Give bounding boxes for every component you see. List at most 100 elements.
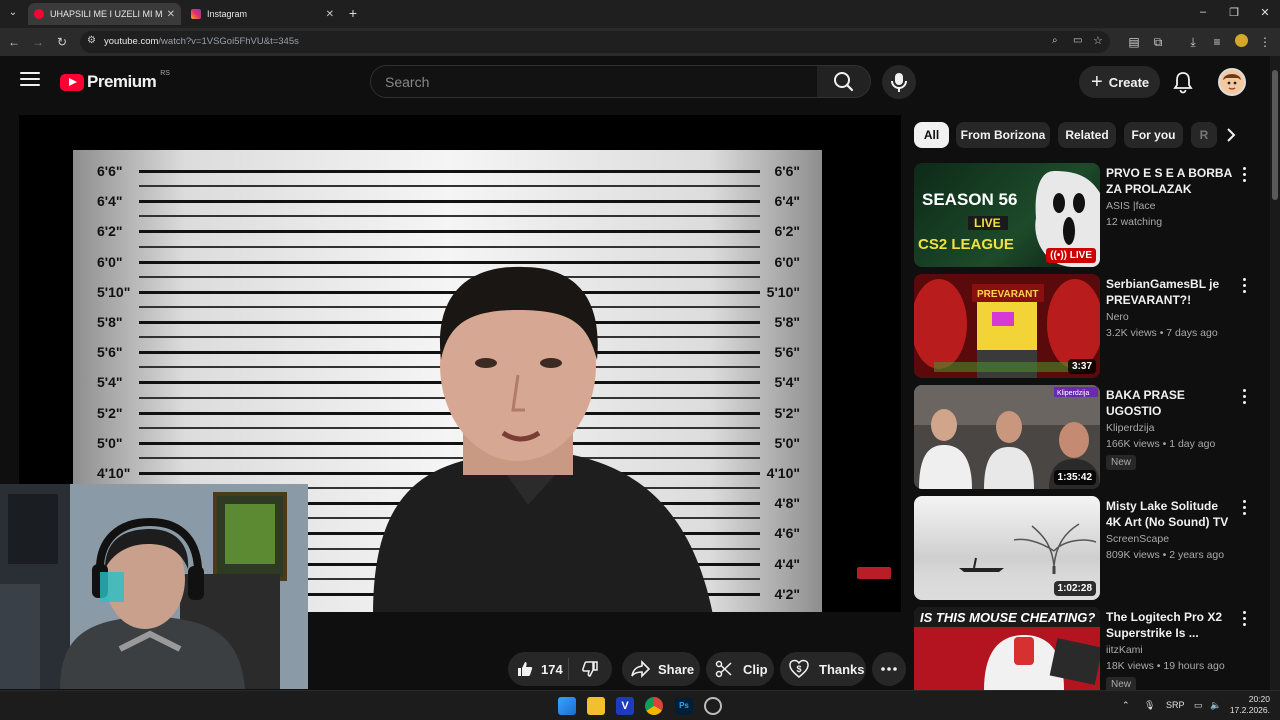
more-horizontal-icon — [881, 667, 897, 671]
volume-icon[interactable]: 🔈 — [1210, 700, 1221, 711]
height-label-left: 5'8" — [97, 314, 123, 330]
like-button[interactable]: 174 — [508, 652, 568, 686]
recommended-video[interactable]: IS THIS MOUSE CHEATING? The Logitech Pro… — [914, 607, 1264, 690]
country-code: RS — [160, 69, 170, 77]
height-label-right: 5'8" — [774, 314, 800, 330]
tab-title: UHAPSILI ME I UZELI MI MOTO... — [50, 9, 163, 19]
reload-icon[interactable]: ↻ — [54, 34, 70, 50]
chip-all[interactable]: All — [914, 122, 949, 148]
media-controls-icon[interactable]: ≡ — [1209, 34, 1225, 50]
url-host: youtube.com — [104, 36, 159, 47]
profile-icon[interactable] — [1233, 34, 1249, 50]
youtube-favicon-icon — [34, 9, 44, 19]
search-input[interactable] — [371, 66, 817, 97]
share-label: Share — [658, 661, 695, 677]
recommended-video[interactable]: SEASON 56 LIVE CS2 LEAGUE ((•)) LIVE PRV… — [914, 163, 1264, 267]
close-window-button[interactable]: ✕ — [1250, 6, 1280, 19]
voice-search-button[interactable] — [882, 65, 916, 99]
more-options-icon[interactable] — [1240, 611, 1248, 627]
tab-list-dropdown-icon[interactable]: ⌄ — [6, 7, 20, 21]
account-avatar[interactable] — [1218, 68, 1246, 96]
more-options-icon[interactable] — [1240, 167, 1248, 183]
vpn-app-icon[interactable]: V — [616, 697, 634, 715]
recommended-video[interactable]: 1:02:28 Misty Lake Solitude 4K Art (No S… — [914, 496, 1264, 600]
video-title[interactable]: BAKA PRASE UGOSTIO ALEKSANDRA ILIC ... — [1106, 387, 1236, 421]
channel-name[interactable]: Kliperdzija — [1106, 422, 1154, 434]
create-button[interactable]: + Create — [1079, 66, 1160, 98]
video-thumbnail[interactable]: IS THIS MOUSE CHEATING? — [914, 607, 1100, 690]
more-options-icon[interactable] — [1240, 278, 1248, 294]
extension-icon[interactable]: ▤ — [1126, 34, 1142, 50]
search-box[interactable] — [370, 65, 818, 98]
channel-name[interactable]: ASIS |face — [1106, 200, 1155, 212]
chrome-icon[interactable] — [645, 697, 663, 715]
video-title[interactable]: SerbianGamesBL je PREVARANT?! — [1106, 276, 1236, 308]
app-icon[interactable] — [704, 697, 722, 715]
new-tab-button[interactable]: + — [346, 5, 360, 21]
cast-icon[interactable]: ▭ — [1073, 35, 1082, 46]
browser-tab-youtube[interactable]: UHAPSILI ME I UZELI MI MOTO... ✕ — [28, 3, 181, 25]
height-minor-line — [139, 215, 760, 218]
channel-name[interactable]: iitzKami — [1106, 644, 1143, 656]
dislike-button[interactable] — [568, 658, 612, 680]
chip-recently-uploaded[interactable]: R — [1191, 122, 1217, 148]
chips-next-arrow-icon[interactable] — [1218, 122, 1244, 148]
scrollbar-thumb[interactable] — [1272, 70, 1278, 200]
input-language[interactable]: SRP — [1166, 700, 1185, 710]
browser-menu-icon[interactable]: ⋮ — [1257, 34, 1273, 50]
channel-name[interactable]: Nero — [1106, 311, 1129, 323]
bookmark-star-icon[interactable]: ☆ — [1093, 34, 1103, 47]
microphone-tray-icon[interactable]: 🎙 — [1144, 700, 1155, 711]
more-options-icon[interactable] — [1240, 500, 1248, 516]
download-icon[interactable]: ⤓ — [1185, 34, 1201, 50]
more-actions-button[interactable] — [872, 652, 906, 686]
maximize-window-button[interactable]: ❐ — [1219, 6, 1249, 19]
height-label-right: 5'10" — [766, 283, 800, 300]
clock-time: 20:20 — [1248, 694, 1270, 704]
youtube-premium-logo[interactable]: Premium RS — [60, 69, 170, 92]
video-thumbnail[interactable]: 1:02:28 — [914, 496, 1100, 600]
thumb-text-live: LIVE — [974, 216, 1001, 230]
video-title[interactable]: Misty Lake Solitude 4K Art (No Sound) TV… — [1106, 498, 1236, 532]
page-scrollbar[interactable] — [1270, 56, 1280, 690]
clock-date: 17.2.2026. — [1229, 705, 1270, 715]
height-label-right: 4'4" — [774, 555, 800, 572]
chip-from-borizona[interactable]: From Borizona — [956, 122, 1050, 148]
file-explorer-icon[interactable] — [587, 697, 605, 715]
clip-button[interactable]: Clip — [706, 652, 774, 686]
thanks-button[interactable]: $ Thanks — [780, 652, 866, 686]
zoom-icon[interactable]: ⌕ — [1052, 35, 1058, 46]
network-icon[interactable]: ▭ — [1194, 700, 1203, 711]
recommended-video[interactable]: PREVARANT 3:37 SerbianGamesBL je PREVARA… — [914, 274, 1264, 378]
channel-watermark[interactable] — [857, 567, 891, 579]
video-thumbnail[interactable]: Kliperdzija 1:35:42 — [914, 385, 1100, 489]
hamburger-menu-icon[interactable] — [20, 72, 40, 88]
forward-arrow-icon[interactable]: → — [30, 34, 46, 50]
notifications-bell-icon[interactable] — [1172, 70, 1194, 94]
video-title[interactable]: PRVO E S E A BORBA ZA PROLAZAK DALJE... — [1106, 165, 1236, 199]
recommended-video[interactable]: Kliperdzija 1:35:42 BAKA PRASE UGOSTIO A… — [914, 385, 1264, 489]
height-label-right: 4'8" — [774, 495, 800, 512]
close-tab-icon[interactable]: ✕ — [167, 9, 175, 20]
search-button[interactable] — [817, 65, 871, 98]
chip-related[interactable]: Related — [1058, 122, 1116, 148]
minimize-window-button[interactable]: – — [1188, 6, 1218, 18]
browser-tab-instagram[interactable]: Instagram ✕ — [185, 3, 340, 25]
share-button[interactable]: Share — [622, 652, 700, 686]
video-thumbnail[interactable]: PREVARANT 3:37 — [914, 274, 1100, 378]
chip-for-you[interactable]: For you — [1124, 122, 1183, 148]
address-bar[interactable]: ⚙ youtube.com/watch?v=1VSGoi5FhVU&t=345s… — [80, 31, 1110, 53]
tray-chevron-icon[interactable]: ⌃ — [1122, 700, 1130, 711]
channel-name[interactable]: ScreenScape — [1106, 533, 1169, 545]
more-options-icon[interactable] — [1240, 389, 1248, 405]
height-label-right: 5'6" — [774, 344, 800, 361]
video-title[interactable]: The Logitech Pro X2 Superstrike Is ... — [1106, 609, 1236, 641]
back-arrow-icon[interactable]: ← — [6, 34, 22, 50]
clock[interactable]: 20:20 17.2.2026. — [1228, 694, 1270, 716]
site-info-icon[interactable]: ⚙ — [87, 35, 96, 46]
video-thumbnail[interactable]: SEASON 56 LIVE CS2 LEAGUE ((•)) LIVE — [914, 163, 1100, 267]
photoshop-icon[interactable]: Ps — [675, 697, 693, 715]
windows-start-icon[interactable] — [558, 697, 576, 715]
close-tab-icon[interactable]: ✕ — [326, 9, 334, 20]
extensions-puzzle-icon[interactable]: ⧉ — [1150, 34, 1166, 50]
